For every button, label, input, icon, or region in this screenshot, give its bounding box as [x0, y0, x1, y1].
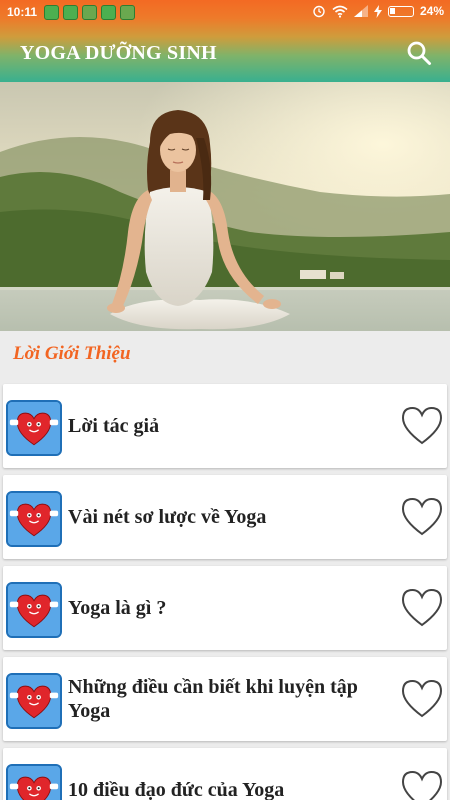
notification-app-icon: [44, 5, 59, 20]
luyen-tap-suc-khoe-logo-icon: [6, 400, 62, 456]
yoga-meditation-image: [0, 82, 450, 331]
hero-image: [0, 82, 450, 331]
app-title: YOGA DƯỠNG SINH: [20, 42, 217, 64]
wifi-icon: [332, 5, 348, 18]
list-item-label: 10 điều đạo đức của Yoga: [68, 779, 285, 800]
status-indicators: 24%: [312, 4, 444, 18]
app-bar: YOGA DƯỠNG SINH: [0, 25, 450, 82]
list-item[interactable]: Những điều cần biết khi luyện tập Yoga: [3, 657, 447, 741]
status-bar: 10:11 24%: [0, 0, 450, 25]
list-item[interactable]: 10 điều đạo đức của Yoga: [3, 748, 447, 800]
alarm-icon: [313, 5, 325, 18]
notification-icons: [44, 5, 135, 20]
list-item[interactable]: Lời tác giả: [3, 384, 447, 468]
luyen-tap-suc-khoe-logo-icon: [6, 764, 62, 800]
favorite-heart-icon[interactable]: [400, 769, 444, 800]
favorite-heart-icon[interactable]: [400, 678, 444, 720]
battery-level: [389, 7, 395, 14]
favorite-heart-icon[interactable]: [400, 405, 444, 447]
charging-icon: [373, 4, 382, 18]
favorite-heart-icon[interactable]: [400, 496, 444, 538]
status-time: 10:11: [7, 5, 38, 19]
battery-icon: [387, 5, 414, 17]
list-item[interactable]: Yoga là gì ?: [3, 566, 447, 650]
luyen-tap-suc-khoe-logo-icon: [6, 582, 62, 638]
notification-android-icon: [63, 5, 78, 20]
list-item-label: Những điều cần biết khi luyện tập Yoga: [68, 676, 358, 722]
luyen-tap-suc-khoe-logo-icon: [6, 673, 62, 729]
battery-percent: 24%: [419, 4, 444, 18]
list-item-label: Lời tác giả: [68, 415, 160, 437]
header: 10:11 24% YOGA DƯỠNG SINH: [0, 0, 450, 82]
notification-android-icon: [120, 5, 135, 20]
favorite-heart-icon[interactable]: [400, 587, 444, 629]
section-title: Lời Giới Thiệu: [13, 343, 131, 364]
search-icon[interactable]: [406, 40, 432, 66]
list-item-label: Vài nét sơ lược về Yoga: [68, 506, 267, 528]
list-item[interactable]: Vài nét sơ lược về Yoga: [3, 475, 447, 559]
list-item-label: Yoga là gì ?: [68, 597, 167, 619]
luyen-tap-suc-khoe-logo-icon: [6, 491, 62, 547]
notification-settings-icon: [101, 5, 116, 20]
notification-android-icon: [82, 5, 97, 20]
signal-icon: [353, 5, 368, 17]
